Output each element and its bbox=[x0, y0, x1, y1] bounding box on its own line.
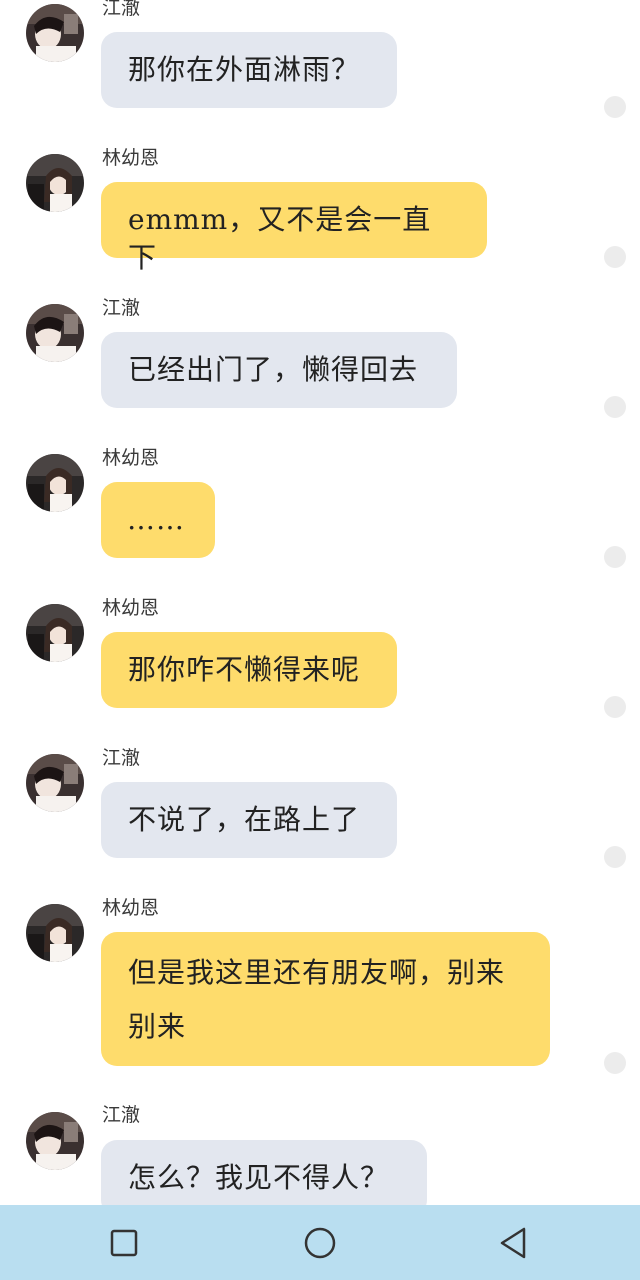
home-circle-icon[interactable] bbox=[300, 1223, 340, 1263]
read-status-dot bbox=[604, 846, 626, 868]
sender-name: 江澈 bbox=[102, 0, 141, 19]
message-bubble[interactable]: 那你咋不懒得来呢 bbox=[101, 632, 397, 708]
read-status-dot bbox=[604, 396, 626, 418]
chat-message-list[interactable]: 江澈 那你在外面淋雨？ 林幼恩 emmm，又不是会一直下 江澈 已经出门了，懒得… bbox=[0, 0, 640, 1205]
sender-name: 江澈 bbox=[102, 747, 141, 769]
avatar-jiangche[interactable] bbox=[26, 754, 84, 812]
sender-name: 林幼恩 bbox=[102, 897, 160, 919]
avatar-linyouen[interactable] bbox=[26, 904, 84, 962]
back-triangle-icon[interactable] bbox=[494, 1223, 534, 1263]
sender-name: 江澈 bbox=[102, 297, 141, 319]
message-bubble[interactable]: …… bbox=[101, 482, 215, 558]
sender-name: 林幼恩 bbox=[102, 447, 160, 469]
avatar-linyouen[interactable] bbox=[26, 454, 84, 512]
avatar-linyouen[interactable] bbox=[26, 154, 84, 212]
read-status-dot bbox=[604, 1052, 626, 1074]
read-status-dot bbox=[604, 696, 626, 718]
sender-name: 林幼恩 bbox=[102, 597, 160, 619]
avatar-jiangche[interactable] bbox=[26, 1112, 84, 1170]
recent-apps-square-icon[interactable] bbox=[104, 1223, 144, 1263]
sender-name: 林幼恩 bbox=[102, 147, 160, 169]
avatar-jiangche[interactable] bbox=[26, 304, 84, 362]
read-status-dot bbox=[604, 96, 626, 118]
message-bubble[interactable]: 怎么？我见不得人？ bbox=[101, 1140, 427, 1205]
read-status-dot bbox=[604, 246, 626, 268]
message-bubble[interactable]: 已经出门了，懒得回去 bbox=[101, 332, 457, 408]
message-bubble[interactable]: emmm，又不是会一直下 bbox=[101, 182, 487, 274]
system-navigation-bar bbox=[0, 1205, 640, 1280]
avatar-linyouen[interactable] bbox=[26, 604, 84, 662]
message-bubble[interactable]: 不说了，在路上了 bbox=[101, 782, 397, 858]
read-status-dot bbox=[604, 546, 626, 568]
message-bubble[interactable]: 那你在外面淋雨？ bbox=[101, 32, 397, 108]
message-bubble[interactable]: 但是我这里还有朋友啊，别来别来 bbox=[101, 932, 550, 1066]
sender-name: 江澈 bbox=[102, 1104, 141, 1126]
avatar-jiangche[interactable] bbox=[26, 4, 84, 62]
